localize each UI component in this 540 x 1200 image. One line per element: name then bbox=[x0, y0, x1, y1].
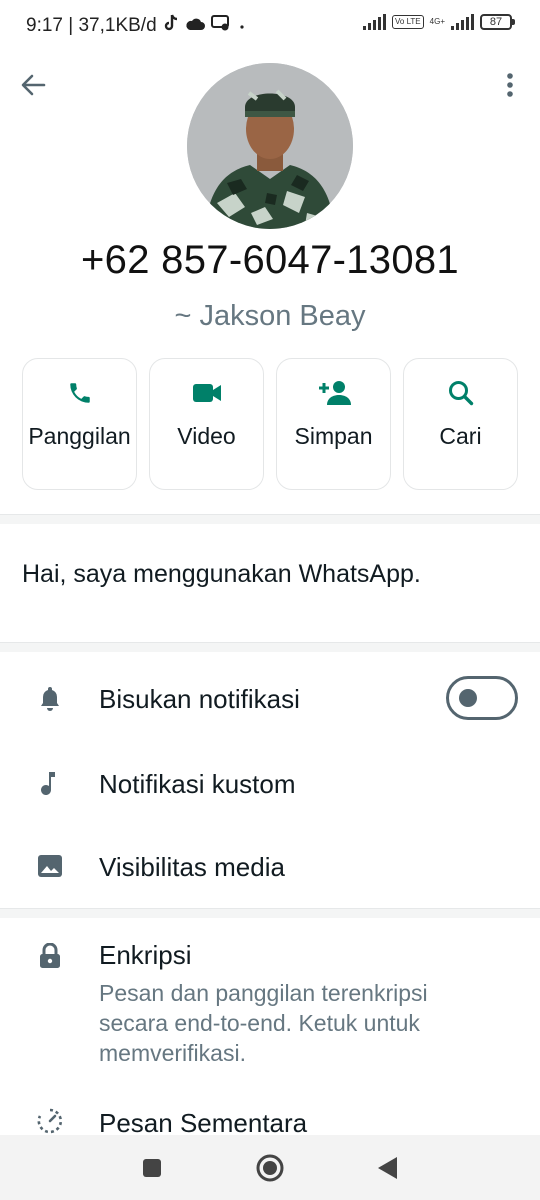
add-person-icon bbox=[317, 377, 351, 409]
more-options-button[interactable] bbox=[498, 70, 522, 100]
cloud-icon bbox=[185, 15, 205, 37]
status-bar: 9:17 | 37,1KB/d Vo LTE 4G+ 87 bbox=[0, 0, 540, 50]
video-call-button[interactable]: Video bbox=[149, 358, 264, 490]
status-left: 9:17 | 37,1KB/d bbox=[26, 14, 247, 38]
phone-icon bbox=[67, 377, 93, 409]
status-right: Vo LTE 4G+ 87 bbox=[363, 14, 515, 30]
toggle-knob bbox=[459, 689, 477, 707]
about-text[interactable]: Hai, saya menggunakan WhatsApp. bbox=[22, 560, 421, 589]
square-icon bbox=[143, 1159, 161, 1177]
system-navigation-bar bbox=[0, 1135, 540, 1200]
action-buttons: Panggilan Video Simpan Cari bbox=[22, 358, 518, 490]
section-divider bbox=[0, 514, 540, 524]
music-note-icon bbox=[36, 769, 64, 797]
section-divider bbox=[0, 908, 540, 918]
encryption-row[interactable]: Enkripsi Pesan dan panggilan terenkripsi… bbox=[0, 930, 540, 1080]
mute-notifications-toggle[interactable] bbox=[446, 676, 518, 720]
home-button[interactable] bbox=[255, 1153, 285, 1183]
signal-1-icon bbox=[363, 14, 386, 30]
custom-notifications-label: Notifikasi kustom bbox=[99, 769, 296, 799]
video-call-button-label: Video bbox=[177, 423, 236, 449]
disappearing-messages-row[interactable]: Pesan Sementara bbox=[0, 1095, 540, 1135]
call-button-label: Panggilan bbox=[28, 423, 131, 449]
profile-photo bbox=[187, 63, 353, 229]
timer-icon bbox=[36, 1107, 64, 1135]
image-icon bbox=[36, 852, 64, 880]
encryption-description: Pesan dan panggilan terenkripsi secara e… bbox=[99, 980, 428, 1066]
cast-icon bbox=[210, 15, 231, 37]
recent-apps-button[interactable] bbox=[137, 1153, 167, 1183]
save-contact-button[interactable]: Simpan bbox=[276, 358, 391, 490]
network-type: 4G+ bbox=[429, 17, 445, 26]
bell-icon bbox=[36, 684, 64, 712]
back-arrow-icon bbox=[21, 74, 46, 96]
contact-phone-number: +62 857-6047-13081 bbox=[81, 238, 459, 282]
section-divider bbox=[0, 642, 540, 652]
avatar[interactable] bbox=[187, 63, 353, 229]
back-button[interactable] bbox=[18, 70, 48, 100]
save-contact-button-label: Simpan bbox=[294, 423, 373, 449]
battery-icon: 87 bbox=[480, 14, 515, 30]
volte-badge: Vo LTE bbox=[392, 15, 424, 29]
signal-2-icon bbox=[451, 14, 474, 30]
custom-notifications-row[interactable]: Notifikasi kustom bbox=[0, 745, 540, 823]
tiktok-icon bbox=[163, 14, 179, 38]
disappearing-messages-label: Pesan Sementara bbox=[99, 1108, 308, 1135]
dot-icon bbox=[237, 15, 247, 37]
media-visibility-label: Visibilitas media bbox=[99, 852, 285, 882]
search-button-label: Cari bbox=[439, 423, 482, 449]
status-time-speed: 9:17 | 37,1KB/d bbox=[26, 15, 157, 36]
search-button[interactable]: Cari bbox=[403, 358, 518, 490]
back-nav-button[interactable] bbox=[372, 1153, 402, 1183]
home-circle-icon bbox=[256, 1154, 284, 1182]
video-camera-icon bbox=[192, 377, 222, 409]
media-visibility-row[interactable]: Visibilitas media bbox=[0, 828, 540, 906]
triangle-back-icon bbox=[378, 1157, 397, 1179]
lock-icon bbox=[36, 942, 64, 970]
more-vert-icon bbox=[507, 73, 513, 97]
call-button[interactable]: Panggilan bbox=[22, 358, 137, 490]
encryption-label: Enkripsi bbox=[99, 940, 192, 970]
search-icon bbox=[448, 377, 474, 409]
contact-pushname: ~ Jakson Beay bbox=[174, 300, 366, 332]
mute-notifications-label: Bisukan notifikasi bbox=[99, 684, 300, 714]
